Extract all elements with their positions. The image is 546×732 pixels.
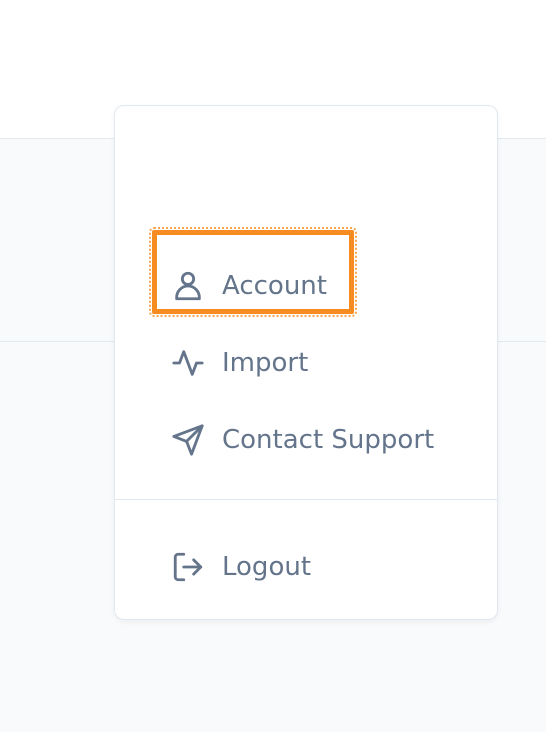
menu-item-logout[interactable]: Logout	[171, 547, 311, 587]
activity-icon	[171, 346, 205, 380]
user-icon	[171, 269, 205, 303]
menu-item-account[interactable]: Account	[171, 266, 327, 306]
send-icon	[171, 423, 205, 457]
menu-item-contact-support[interactable]: Contact Support	[171, 420, 434, 460]
menu-item-label: Contact Support	[222, 425, 435, 455]
menu-item-import[interactable]: Import	[171, 343, 308, 383]
menu-divider	[115, 499, 497, 500]
menu-item-label: Logout	[222, 552, 312, 582]
logout-icon	[171, 550, 205, 584]
user-dropdown-menu: Account Import Contact Support Logout	[114, 105, 498, 620]
menu-item-label: Import	[222, 348, 309, 378]
menu-item-label: Account	[222, 271, 327, 301]
